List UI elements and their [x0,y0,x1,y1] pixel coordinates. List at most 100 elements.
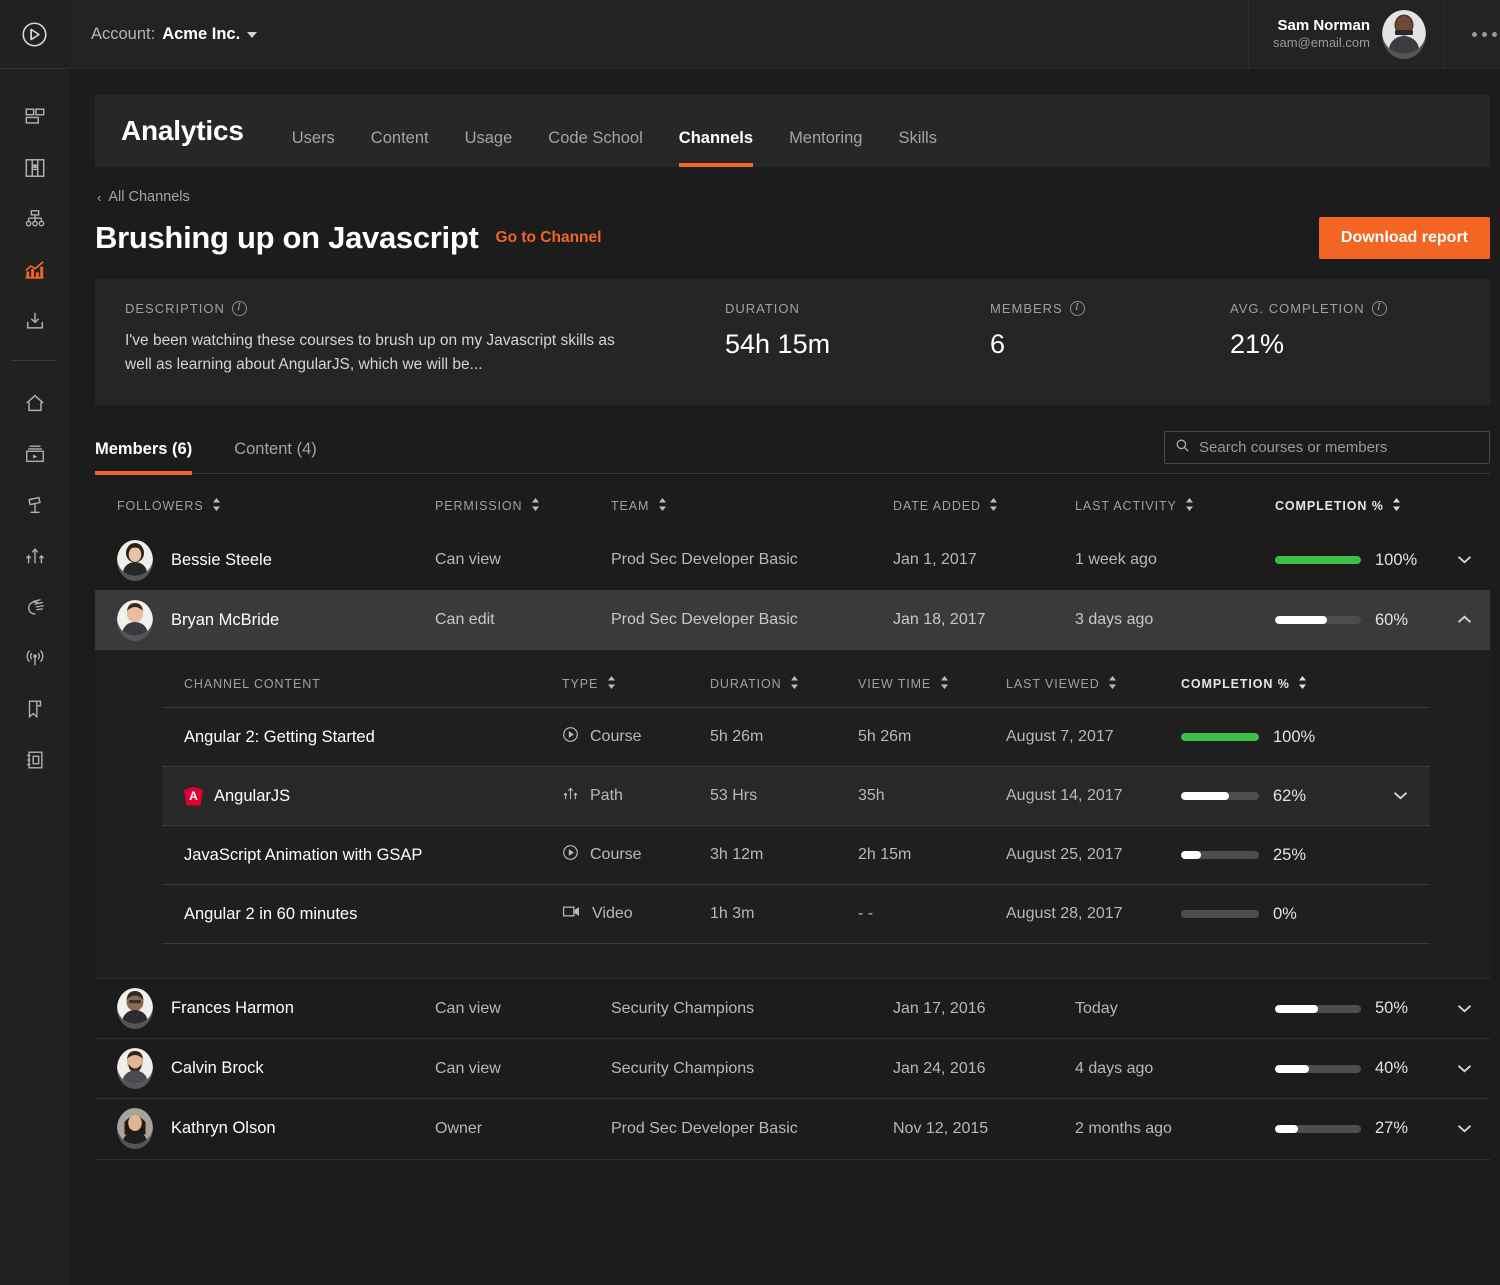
col-view-time[interactable]: VIEW TIME [858,676,1006,708]
member-team: Prod Sec Developer Basic [611,1099,893,1159]
user-menu[interactable]: Sam Norman sam@email.com [1248,0,1445,69]
col-type[interactable]: TYPE [562,676,710,708]
content-row[interactable]: A AngularJS [162,767,1430,826]
tab-members[interactable]: Members (6) [95,440,192,473]
tab-content[interactable]: Content [371,114,429,167]
avatar [117,540,153,581]
content-expand-toggle[interactable] [1370,767,1430,826]
sidebar-item-interactive[interactable] [0,581,69,632]
more-horizontal-icon[interactable] [1445,32,1500,37]
sidebar-item-bookmarks[interactable] [0,683,69,734]
col-followers[interactable]: FOLLOWERS [95,474,435,530]
content-expand-cell [1370,708,1430,767]
go-to-channel-link[interactable]: Go to Channel [496,229,602,247]
col-last-activity[interactable]: LAST ACTIVITY [1075,474,1275,530]
info-icon[interactable]: i [1070,301,1085,316]
col-completion[interactable]: COMPLETION % [1275,474,1438,530]
col-channel-content: CHANNEL CONTENT [162,676,562,708]
completion-value: 100% [1375,551,1419,570]
page-content: Analytics Users Content Usage Code Schoo… [69,69,1500,1160]
description-text: I've been watching these courses to brus… [125,329,645,376]
sidebar-item-library[interactable] [0,428,69,479]
tab-channels[interactable]: Channels [679,114,753,167]
content-title-cell: Angular 2: Getting Started [162,708,562,767]
sidebar-item-home[interactable] [0,377,69,428]
col-date-added[interactable]: DATE ADDED [893,474,1075,530]
table-bottom-divider [95,1159,1490,1160]
account-switcher[interactable]: Account: Acme Inc. [91,25,257,44]
completion-value: 40% [1375,1059,1419,1078]
table-row[interactable]: Kathryn Olson Owner Prod Sec Developer B… [95,1099,1490,1159]
duration-label: DURATION [725,301,800,316]
download-report-button[interactable]: Download report [1319,217,1490,259]
member-name: Bessie Steele [171,551,272,570]
projector-icon [24,494,46,516]
play-circle-logo[interactable] [0,0,69,69]
collapse-toggle[interactable] [1438,590,1490,650]
analytics-header: Analytics Users Content Usage Code Schoo… [95,95,1490,167]
sidebar-item-layout[interactable] [0,142,69,193]
expand-toggle[interactable] [1438,530,1490,590]
sort-icon [940,676,949,692]
sidebar-item-projects[interactable] [0,479,69,530]
member-last-activity: 1 week ago [1075,530,1275,590]
content-row[interactable]: Angular 2: Getting Started [162,708,1430,767]
tab-mentoring[interactable]: Mentoring [789,114,862,167]
tab-channel-content[interactable]: Content (4) [234,440,317,473]
search-input[interactable] [1199,439,1479,456]
expand-toggle[interactable] [1438,979,1490,1039]
table-row[interactable]: Frances Harmon Can view Security Champio… [95,979,1490,1039]
content-completion: 25% [1181,826,1370,885]
sort-icon [989,498,998,514]
sidebar-item-dashboard[interactable] [0,91,69,142]
info-icon[interactable]: i [232,301,247,316]
tab-skills[interactable]: Skills [898,114,937,167]
member-last-activity: 3 days ago [1075,590,1275,650]
progress-bar [1181,733,1259,741]
library-video-icon [24,443,46,465]
table-row[interactable]: Bryan McBride Can edit Prod Sec Develope… [95,590,1490,650]
chevron-down-icon [1393,787,1408,804]
content-expand-cell [1370,885,1430,944]
content-row[interactable]: Angular 2 in 60 minutes [162,885,1430,944]
tab-code-school[interactable]: Code School [548,114,642,167]
avg-completion-value: 21% [1230,329,1490,360]
description-label: DESCRIPTION [125,301,225,316]
sidebar-item-analytics[interactable] [0,244,69,295]
hand-wave-icon [24,596,46,618]
table-row[interactable]: Bessie Steele Can view Prod Sec Develope… [95,530,1490,590]
content-row[interactable]: JavaScript Animation with GSAP [162,826,1430,885]
col-permission[interactable]: PERMISSION [435,474,611,530]
col-team[interactable]: TEAM [611,474,893,530]
tab-users[interactable]: Users [292,114,335,167]
col-duration[interactable]: DURATION [710,676,858,708]
expand-toggle[interactable] [1438,1039,1490,1099]
col-label: TYPE [562,677,598,691]
sidebar-item-notes[interactable] [0,734,69,785]
user-info: Sam Norman sam@email.com [1273,16,1370,52]
info-icon[interactable]: i [1372,301,1387,316]
table-row[interactable]: Calvin Brock Can view Security Champions… [95,1039,1490,1099]
member-name: Calvin Brock [171,1059,264,1078]
sidebar-item-live[interactable] [0,632,69,683]
channel-title-row: Brushing up on Javascript Go to Channel … [95,217,1490,259]
angular-shield-icon: A [184,787,203,806]
sidebar-item-paths[interactable] [0,530,69,581]
search-icon [1175,438,1190,458]
col-label: PERMISSION [435,499,523,513]
content-title: Angular 2 in 60 minutes [184,905,357,924]
tab-usage[interactable]: Usage [465,114,513,167]
sort-icon [1108,676,1117,692]
search-box[interactable] [1164,431,1490,464]
sidebar-item-org[interactable] [0,193,69,244]
member-completion: 100% [1275,530,1438,590]
expand-toggle[interactable] [1438,1099,1490,1159]
col-completion[interactable]: COMPLETION % [1181,676,1370,708]
member-team: Security Champions [611,979,893,1039]
member-team: Security Champions [611,1039,893,1099]
sidebar-item-downloads[interactable] [0,295,69,346]
breadcrumb[interactable]: ‹ All Channels [97,189,1490,205]
chevron-down-icon [1457,551,1472,568]
col-last-viewed[interactable]: LAST VIEWED [1006,676,1181,708]
member-name-cell: Frances Harmon [95,979,435,1039]
